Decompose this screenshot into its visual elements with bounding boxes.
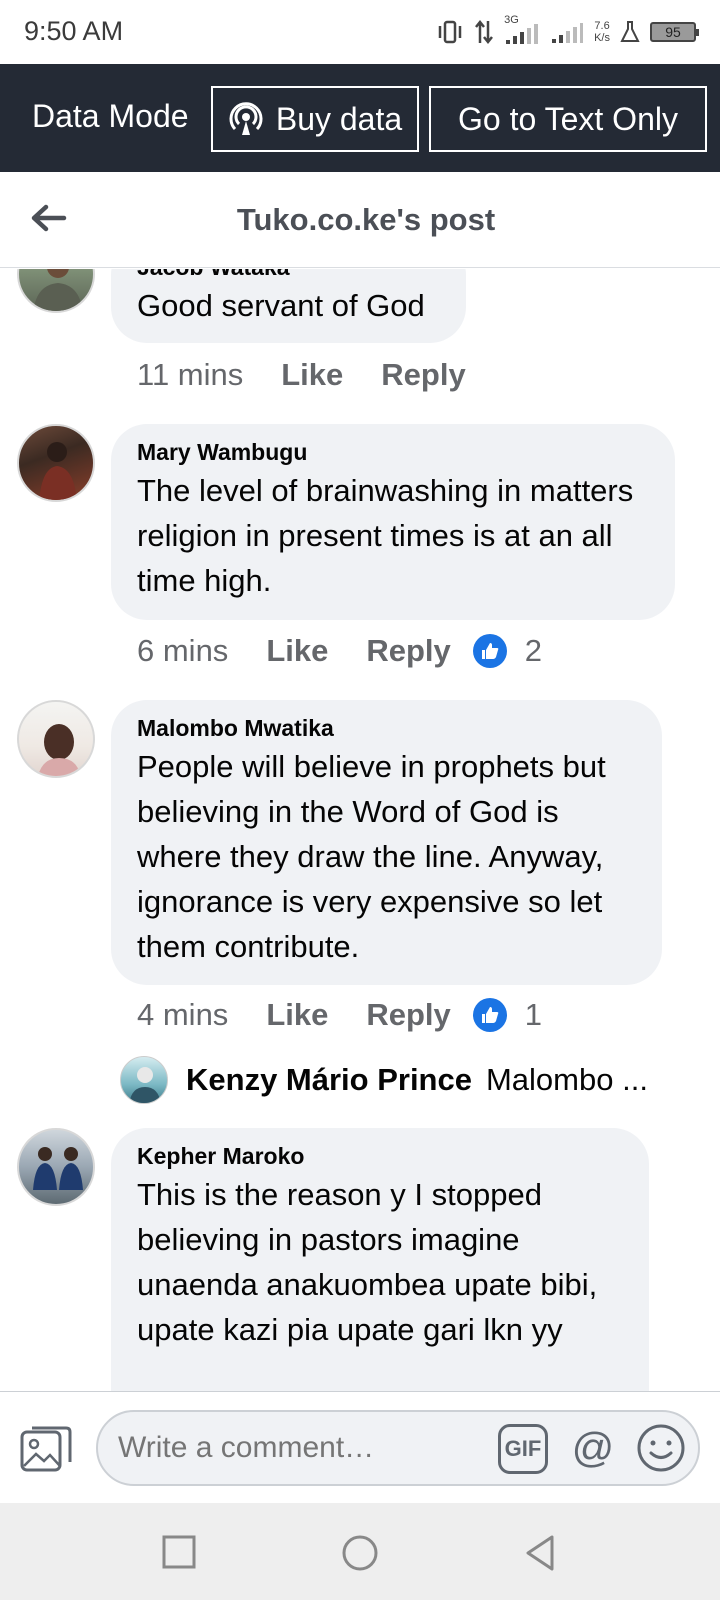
vibrate-icon	[438, 20, 462, 44]
person-icon	[129, 1067, 161, 1103]
reply-author[interactable]: Kenzy Mário Prince	[186, 1062, 472, 1098]
status-icons: 3G 7.6 K/s 95	[436, 14, 699, 50]
reply-button[interactable]: Reply	[366, 997, 450, 1033]
data-mode-bar: Data Mode Buy data Go to Text Only	[0, 64, 720, 172]
signal-strength-icon-2	[552, 23, 584, 43]
status-time: 9:50 AM	[24, 16, 124, 46]
gif-button[interactable]: GIF	[498, 1424, 548, 1474]
text-only-button[interactable]: Go to Text Only	[429, 86, 707, 152]
post-header: Tuko.co.ke's post	[0, 172, 720, 268]
comment-bubble: Mary Wambugu The level of brainwashing i…	[111, 424, 675, 620]
avatar[interactable]	[120, 1056, 168, 1104]
comment-author[interactable]: Mary Wambugu	[137, 436, 649, 468]
avatar[interactable]	[17, 1128, 95, 1206]
reaction-count[interactable]: 1	[525, 997, 542, 1033]
broadcast-icon	[229, 102, 263, 135]
comments-list[interactable]: Jacob Wataka Good servant of God 11 mins…	[0, 269, 720, 1391]
buy-data-button[interactable]: Buy data	[211, 86, 419, 152]
comment-author[interactable]: Kepher Maroko	[137, 1140, 623, 1172]
mention-button[interactable]: @	[567, 1422, 619, 1474]
reply-snippet: Malombo ...	[485, 1062, 648, 1097]
comment-time[interactable]: 4 mins	[137, 997, 228, 1033]
person-icon	[37, 724, 81, 776]
comment-author[interactable]: Jacob Wataka	[137, 269, 440, 283]
comment-bubble: Jacob Wataka Good servant of God	[111, 269, 466, 343]
comment-bubble: Kepher Maroko This is the reason y I sto…	[111, 1128, 649, 1391]
net-speed: 7.6 K/s	[594, 20, 610, 44]
battery-icon: 95	[650, 22, 699, 42]
reaction-count[interactable]: 2	[525, 633, 542, 669]
person-icon	[33, 1147, 83, 1190]
comment-text: The level of brainwashing in matters rel…	[137, 473, 634, 598]
text-only-label: Go to Text Only	[458, 100, 678, 137]
person-icon	[33, 269, 83, 311]
system-nav-bar	[0, 1503, 720, 1600]
comment-actions: 4 mins Like Reply 1	[137, 997, 542, 1033]
comment-time[interactable]: 11 mins	[137, 357, 243, 393]
back-triangle-icon[interactable]	[518, 1531, 562, 1575]
like-button[interactable]: Like	[266, 633, 328, 669]
avatar[interactable]	[17, 700, 95, 778]
home-icon[interactable]	[338, 1531, 382, 1575]
like-button[interactable]: Like	[281, 357, 343, 393]
like-button[interactable]: Like	[266, 997, 328, 1033]
comment-text: This is the reason y I stopped believing…	[137, 1177, 598, 1347]
buy-data-label: Buy data	[275, 100, 403, 137]
comment-composer: GIF @	[0, 1391, 720, 1503]
flask-icon	[620, 21, 640, 42]
thumbs-up-icon[interactable]	[472, 998, 507, 1032]
signal-3g: 3G	[504, 14, 540, 46]
reply-button[interactable]: Reply	[381, 357, 465, 393]
smiley-icon[interactable]	[635, 1422, 687, 1474]
thumbs-up-icon[interactable]	[472, 634, 507, 668]
comment-bubble: Malombo Mwatika People will believe in p…	[111, 700, 662, 985]
page-title: Tuko.co.ke's post	[236, 202, 496, 237]
avatar[interactable]	[17, 424, 95, 502]
reply-button[interactable]: Reply	[366, 633, 450, 669]
data-transfer-icon	[475, 19, 494, 45]
comment-actions: 6 mins Like Reply 2	[137, 633, 542, 669]
signal-strength-icon	[506, 24, 539, 44]
reply-preview[interactable]: Kenzy Mário Prince Malombo ...	[120, 1056, 648, 1104]
avatar[interactable]	[17, 269, 95, 313]
recents-icon[interactable]	[158, 1531, 202, 1575]
data-mode-label: Data Mode	[32, 98, 189, 134]
comment-actions: 11 mins Like Reply	[137, 357, 466, 393]
comment-author[interactable]: Malombo Mwatika	[137, 712, 636, 744]
comment-time[interactable]: 6 mins	[137, 633, 228, 669]
person-icon	[39, 442, 77, 500]
photo-icon[interactable]	[20, 1424, 72, 1474]
status-bar: 9:50 AM 3G 7.6 K/s 95	[0, 0, 720, 64]
comment-text: People will believe in prophets but beli…	[137, 749, 606, 964]
comment-text: Good servant of God	[137, 288, 425, 323]
